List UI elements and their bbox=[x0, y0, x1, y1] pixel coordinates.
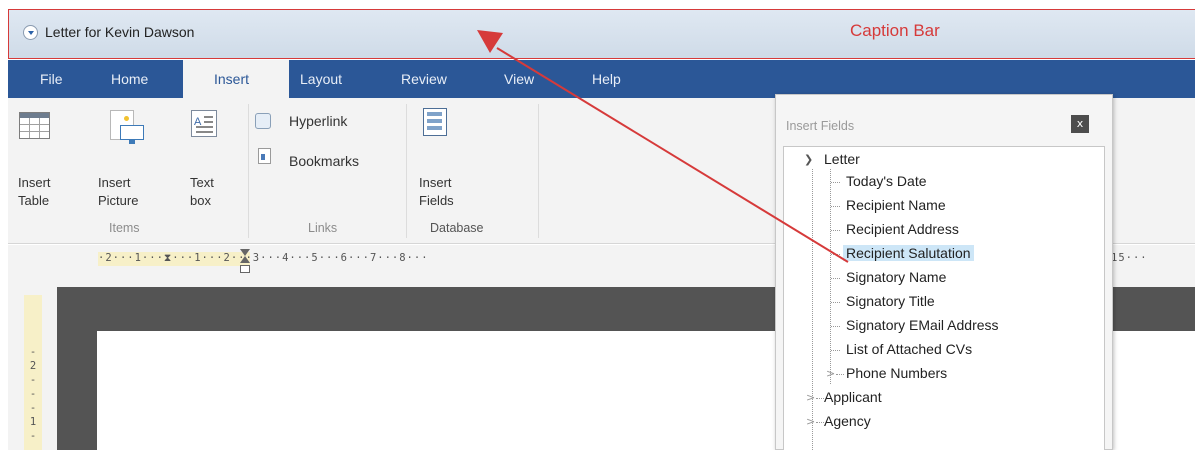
text-box-label-2: box bbox=[190, 193, 211, 208]
tree-node-signatory-email[interactable]: Signatory EMail Address bbox=[846, 317, 999, 333]
group-divider bbox=[406, 104, 407, 238]
bookmarks-label: Bookmarks bbox=[289, 153, 360, 169]
chevron-right-icon[interactable]: > bbox=[806, 415, 815, 428]
tab-insert[interactable]: Insert bbox=[183, 60, 289, 98]
bookmarks-button[interactable]: Bookmarks bbox=[255, 146, 385, 169]
tree-node-agency[interactable]: Agency bbox=[824, 413, 871, 429]
tree-node-signatory-title[interactable]: Signatory Title bbox=[846, 293, 935, 309]
bookmark-icon bbox=[258, 148, 271, 164]
ruler-scale-right: 15··· bbox=[1111, 252, 1148, 264]
hyperlink-button[interactable]: Hyperlink bbox=[255, 112, 375, 134]
close-button[interactable]: x bbox=[1071, 115, 1089, 133]
tree-node-recipient-address[interactable]: Recipient Address bbox=[846, 221, 959, 237]
chevron-right-icon[interactable]: > bbox=[806, 391, 815, 404]
insert-picture-button[interactable]: Insert Picture bbox=[98, 98, 158, 218]
insert-fields-button[interactable]: Insert Fields bbox=[417, 98, 477, 218]
vertical-ruler[interactable]: -2---1- bbox=[24, 295, 42, 450]
vruler-mark-1: 1 bbox=[29, 416, 37, 428]
tree-node-signatory-name[interactable]: Signatory Name bbox=[846, 269, 946, 285]
tree-node-applicant[interactable]: Applicant bbox=[824, 389, 882, 405]
insert-fields-label-1: Insert bbox=[419, 175, 452, 190]
tab-insert-label: Insert bbox=[214, 71, 250, 87]
tab-file[interactable]: File bbox=[40, 71, 63, 87]
tab-review[interactable]: Review bbox=[401, 71, 447, 87]
document-fragment bbox=[0, 0, 1195, 8]
panel-title: Insert Fields bbox=[786, 119, 855, 133]
picture-icon bbox=[110, 110, 144, 144]
hyperlink-label: Hyperlink bbox=[289, 113, 348, 129]
window-title: Letter for Kevin Dawson bbox=[45, 24, 195, 40]
insert-fields-label-2: Fields bbox=[419, 193, 454, 208]
caption-bar-annotation: Caption Bar bbox=[850, 21, 940, 40]
hyperlink-icon bbox=[255, 113, 271, 129]
vruler-mark-2: 2 bbox=[29, 360, 37, 372]
chevron-right-icon[interactable]: > bbox=[826, 367, 835, 380]
app-menu-icon[interactable] bbox=[23, 25, 38, 40]
indent-marker[interactable] bbox=[240, 249, 250, 281]
insert-table-label-2: Table bbox=[18, 193, 50, 208]
ruler-scale: ·2···1···⧗···1···2···3···4···5···6···7··… bbox=[98, 252, 429, 264]
chevron-down-icon[interactable]: ❯ bbox=[804, 153, 813, 166]
tree-node-todays-date[interactable]: Today's Date bbox=[846, 173, 927, 189]
text-box-icon: A bbox=[191, 110, 217, 137]
fields-tree: ❯ Letter Today's Date Recipient Name Rec… bbox=[783, 146, 1105, 450]
tree-line bbox=[812, 169, 813, 450]
insert-picture-label-1: Insert bbox=[98, 175, 131, 190]
tree-node-phone-numbers[interactable]: Phone Numbers bbox=[846, 365, 947, 381]
insert-table-button[interactable]: Insert Table bbox=[10, 98, 60, 218]
tab-layout[interactable]: Layout bbox=[300, 71, 342, 87]
tab-help[interactable]: Help bbox=[592, 71, 621, 87]
table-icon bbox=[19, 112, 50, 139]
tab-home[interactable]: Home bbox=[111, 71, 148, 87]
group-links-label: Links bbox=[308, 221, 338, 235]
tree-node-recipient-name[interactable]: Recipient Name bbox=[846, 197, 946, 213]
group-database-label: Database bbox=[430, 221, 484, 235]
insert-picture-label-2: Picture bbox=[98, 193, 139, 208]
group-divider bbox=[248, 104, 249, 238]
menu-bar: File Home Insert Layout Review View Help bbox=[8, 60, 1195, 98]
tree-node-recipient-salutation[interactable]: Recipient Salutation bbox=[843, 245, 974, 261]
tree-line bbox=[830, 169, 831, 384]
group-divider bbox=[538, 104, 539, 238]
tree-node-attached-cvs[interactable]: List of Attached CVs bbox=[846, 341, 972, 357]
insert-fields-panel: Insert Fields x ❯ Letter Today's Date Re… bbox=[775, 94, 1113, 450]
text-box-button[interactable]: A Text box bbox=[185, 98, 230, 218]
group-items-label: Items bbox=[109, 221, 140, 235]
tree-node-letter[interactable]: Letter bbox=[824, 151, 860, 167]
fields-icon bbox=[423, 108, 447, 136]
insert-table-label-1: Insert bbox=[18, 175, 51, 190]
tab-view[interactable]: View bbox=[504, 71, 534, 87]
caption-bar: Letter for Kevin Dawson Caption Bar bbox=[8, 9, 1195, 59]
text-box-label-1: Text bbox=[190, 175, 214, 190]
